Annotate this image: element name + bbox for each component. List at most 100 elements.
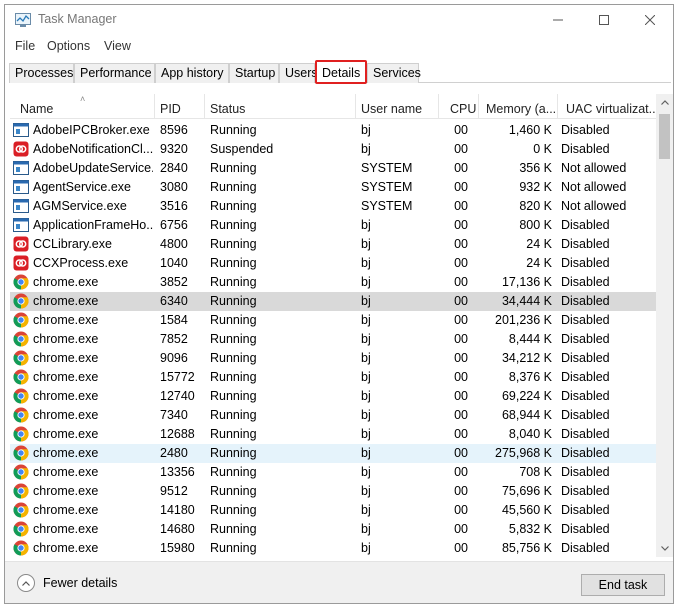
chrome-icon	[13, 521, 29, 537]
table-row[interactable]: chrome.exe 9512 Running bj 00 75,696 K Disable…	[10, 482, 657, 501]
cell-status: Running	[210, 237, 257, 251]
cell-cpu: 00	[454, 541, 468, 555]
chrome-icon	[13, 369, 29, 385]
tab-users[interactable]: Users	[279, 63, 318, 83]
table-row[interactable]: chrome.exe 15772 Running bj 00 8,376 K Disable…	[10, 368, 657, 387]
menu-file[interactable]: File	[15, 39, 35, 53]
table-row[interactable]: CCLibrary.exe 4800 Running bj 00 24 K Disabled	[10, 235, 657, 254]
cell-cpu: 00	[454, 161, 468, 175]
table-row[interactable]: ApplicationFrameHo... 6756 Running bj 00 800 …	[10, 216, 657, 235]
cell-name: ApplicationFrameHo...	[33, 218, 153, 232]
column-header-status[interactable]: Status	[205, 94, 356, 119]
table-row[interactable]: chrome.exe 14180 Running bj 00 45,560 K Disabl…	[10, 501, 657, 520]
cell-user: bj	[361, 218, 371, 232]
cell-cpu: 00	[454, 427, 468, 441]
adobe-icon	[13, 255, 29, 271]
table-row[interactable]: AdobeUpdateService... 2840 Running SYSTEM 00…	[10, 159, 657, 178]
cell-user: bj	[361, 351, 371, 365]
maximize-button[interactable]	[581, 5, 627, 35]
cell-status: Running	[210, 484, 257, 498]
cell-mem: 1,460 K	[508, 123, 552, 137]
cell-status: Running	[210, 218, 257, 232]
table-row[interactable]: CCXProcess.exe 1040 Running bj 00 24 K Disable…	[10, 254, 657, 273]
cell-uac: Not allowed	[561, 180, 627, 194]
cell-uac: Disabled	[561, 294, 610, 308]
table-row[interactable]: chrome.exe 2480 Running bj 00 275,968 K Disabl…	[10, 444, 657, 463]
sort-ascending-icon: ˄	[80, 94, 86, 104]
menu-options[interactable]: Options	[47, 39, 90, 53]
cell-mem: 34,212 K	[501, 351, 552, 365]
table-row[interactable]: chrome.exe 3852 Running bj 00 17,136 K Disable…	[10, 273, 657, 292]
cell-status: Running	[210, 408, 257, 422]
chrome-icon	[13, 483, 29, 499]
cell-pid: 13356	[160, 465, 195, 479]
close-button[interactable]	[627, 5, 673, 35]
cell-user: bj	[361, 503, 371, 517]
cell-user: SYSTEM	[361, 199, 413, 213]
table-header: ˄ Name PID Status User name CPU Memory (…	[10, 94, 657, 119]
cell-cpu: 00	[454, 332, 468, 346]
table-row[interactable]: AdobeNotificationCl... 9320 Suspended bj 00 0…	[10, 140, 657, 159]
cell-uac: Disabled	[561, 427, 610, 441]
table-row[interactable]: chrome.exe 9096 Running bj 00 34,212 K Disable…	[10, 349, 657, 368]
tab-startup[interactable]: Startup	[229, 63, 279, 83]
cell-mem: 0 K	[533, 142, 552, 156]
adobe-icon	[13, 141, 29, 157]
table-row[interactable]: chrome.exe 6340 Running bj 00 34,444 K Disable…	[10, 292, 657, 311]
cell-pid: 3516	[160, 199, 188, 213]
task-manager-icon	[15, 13, 31, 27]
table-row[interactable]: AdobeIPCBroker.exe 8596 Running bj 00 1,460 K…	[10, 121, 657, 140]
table-row[interactable]: AgentService.exe 3080 Running SYSTEM 00 932 K…	[10, 178, 657, 197]
column-header-user-name[interactable]: User name	[356, 94, 439, 119]
cell-mem: 68,944 K	[501, 408, 552, 422]
end-task-button[interactable]: End task	[581, 574, 665, 596]
cell-pid: 6756	[160, 218, 188, 232]
cell-user: bj	[361, 370, 371, 384]
table-row[interactable]: AGMService.exe 3516 Running SYSTEM 00 820 K No…	[10, 197, 657, 216]
table-row[interactable]: chrome.exe 14680 Running bj 00 5,832 K Disable…	[10, 520, 657, 539]
cell-uac: Disabled	[561, 408, 610, 422]
table-row[interactable]: chrome.exe 1584 Running bj 00 201,236 K Disabl…	[10, 311, 657, 330]
column-header-cpu[interactable]: CPU	[439, 94, 479, 119]
table-row[interactable]: chrome.exe 12688 Running bj 00 8,040 K Disable…	[10, 425, 657, 444]
chrome-icon	[13, 540, 29, 556]
cell-pid: 2840	[160, 161, 188, 175]
menu-view[interactable]: View	[104, 39, 131, 53]
column-header-pid[interactable]: PID	[155, 94, 205, 119]
cell-name: CCXProcess.exe	[33, 256, 129, 270]
fewer-details-link[interactable]: Fewer details	[17, 573, 117, 593]
cell-mem: 800 K	[519, 218, 552, 232]
column-header-uac-virtualization[interactable]: UAC virtualizat...	[558, 94, 657, 119]
table-row[interactable]: chrome.exe 7340 Running bj 00 68,944 K Disable…	[10, 406, 657, 425]
scroll-thumb[interactable]	[659, 114, 670, 159]
table-row[interactable]: chrome.exe 15980 Running bj 00 85,756 K Disabl…	[10, 539, 657, 557]
tab-details[interactable]: Details	[315, 60, 367, 84]
chevron-up-icon	[660, 100, 669, 105]
vertical-scrollbar[interactable]	[656, 94, 673, 557]
table-row[interactable]: chrome.exe 12740 Running bj 00 69,224 K Disabl…	[10, 387, 657, 406]
chrome-icon	[13, 464, 29, 480]
tab-processes[interactable]: Processes	[9, 63, 74, 83]
tab-performance[interactable]: Performance	[74, 63, 155, 83]
window-icon	[13, 160, 29, 176]
cell-user: bj	[361, 484, 371, 498]
cell-name: chrome.exe	[33, 446, 99, 460]
details-table: ˄ Name PID Status User name CPU Memory (…	[10, 94, 657, 557]
cell-cpu: 00	[454, 389, 468, 403]
scroll-up-button[interactable]	[656, 94, 673, 111]
cell-name: AdobeUpdateService...	[33, 161, 153, 175]
cell-cpu: 00	[454, 123, 468, 137]
window-title: Task Manager	[38, 12, 117, 26]
column-header-name[interactable]: ˄ Name	[10, 94, 155, 119]
table-row[interactable]: chrome.exe 7852 Running bj 00 8,444 K Disabled	[10, 330, 657, 349]
scroll-down-button[interactable]	[656, 540, 673, 557]
minimize-button[interactable]	[535, 5, 581, 35]
tab-services[interactable]: Services	[367, 63, 421, 83]
cell-status: Suspended	[210, 142, 274, 156]
table-row[interactable]: chrome.exe 13356 Running bj 00 708 K Disabled	[10, 463, 657, 482]
cell-status: Running	[210, 370, 257, 384]
tab-app-history[interactable]: App history	[155, 63, 229, 83]
column-header-memory[interactable]: Memory (a...	[479, 94, 558, 119]
cell-cpu: 00	[454, 522, 468, 536]
cell-uac: Disabled	[561, 237, 610, 251]
